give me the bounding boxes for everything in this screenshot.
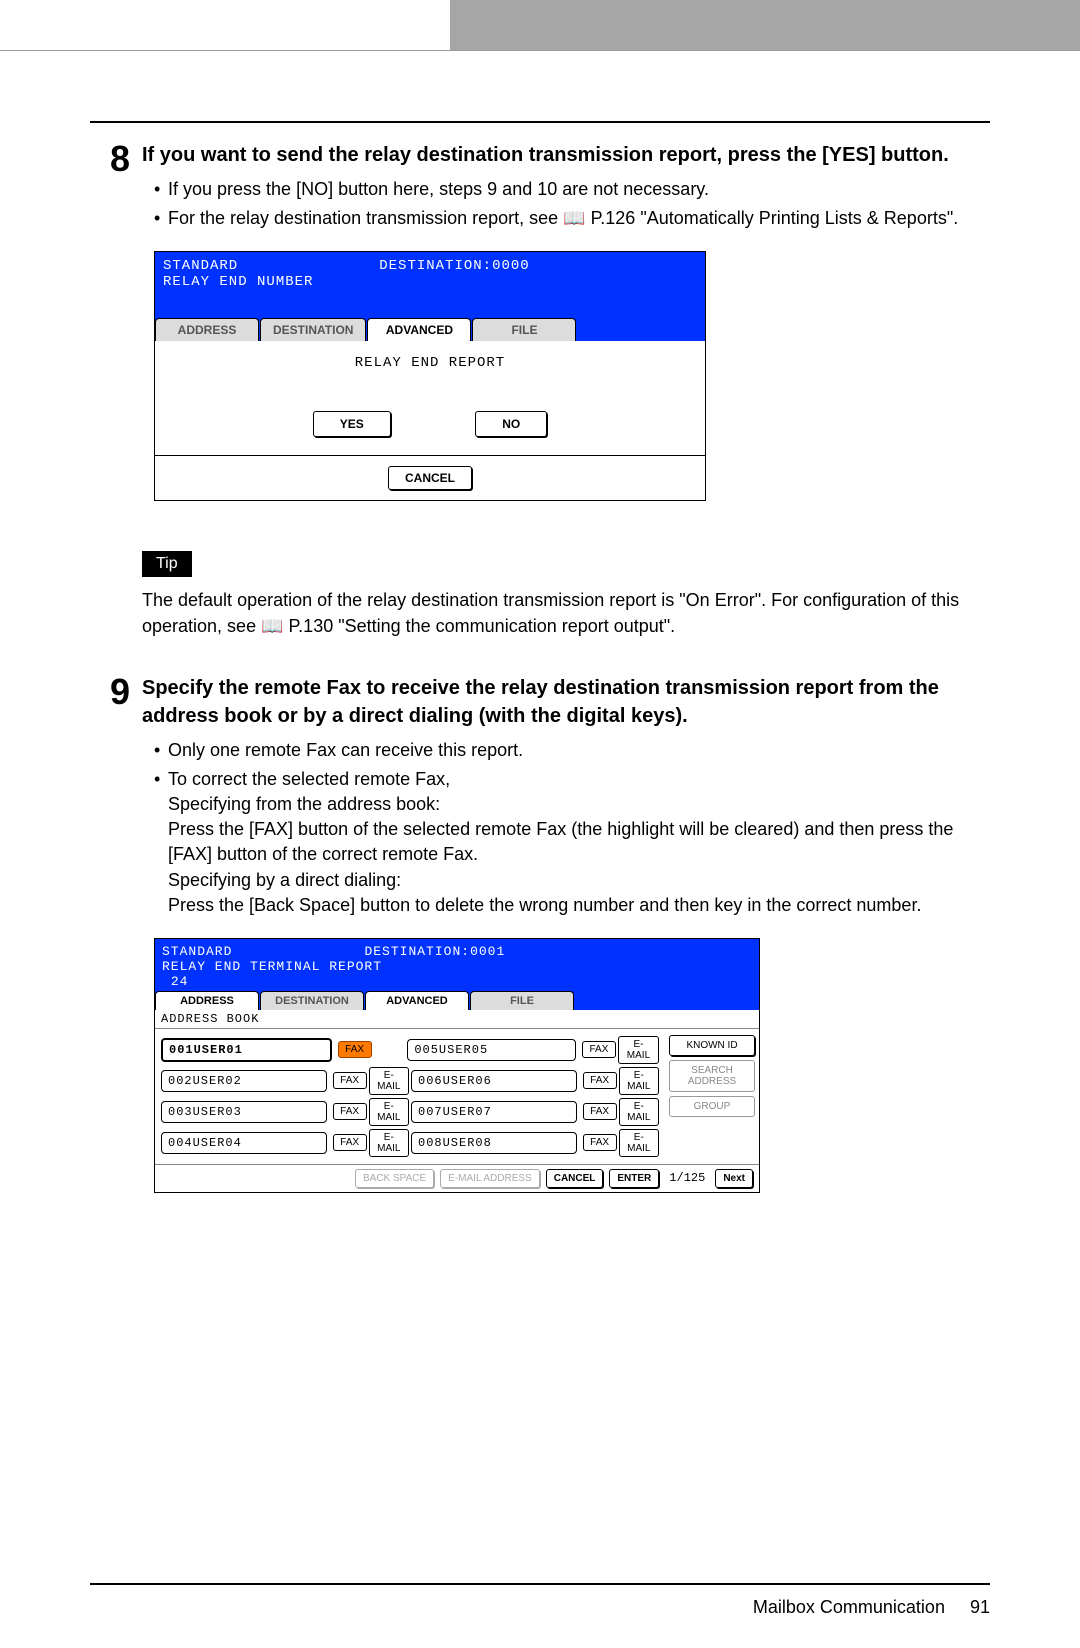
fax-button[interactable]: FAX — [583, 1072, 617, 1089]
step9-bullets: Only one remote Fax can receive this rep… — [142, 738, 990, 918]
tab-file-2[interactable]: FILE — [470, 991, 574, 1010]
entry-002[interactable]: 002USER02 — [161, 1070, 327, 1092]
tab-address[interactable]: ADDRESS — [155, 318, 259, 341]
fax-button[interactable]: FAX — [582, 1041, 616, 1058]
backspace-button[interactable]: BACK SPACE — [355, 1169, 434, 1188]
tab-address-2[interactable]: ADDRESS — [155, 991, 259, 1010]
list-item: 004USER04 FAX E-MAIL 008USER08 FAX E-MAI… — [161, 1129, 661, 1157]
next-button[interactable]: Next — [715, 1169, 753, 1188]
footer-label: Mailbox Communication — [753, 1597, 945, 1617]
list-item: 001USER01 FAX 005USER05 FAX E-MAIL — [161, 1036, 661, 1064]
page-footer: Mailbox Communication 91 — [0, 1573, 1080, 1648]
fax-button[interactable]: FAX — [333, 1134, 367, 1151]
footer-page: 91 — [970, 1597, 990, 1617]
tab-destination-2[interactable]: DESTINATION — [260, 991, 364, 1010]
step8-title: If you want to send the relay destinatio… — [142, 141, 990, 169]
step-9: 9 Specify the remote Fax to receive the … — [90, 674, 990, 1193]
entry-004[interactable]: 004USER04 — [161, 1132, 327, 1154]
panel2-subheader: ADDRESS BOOK — [155, 1010, 759, 1029]
fax-button[interactable]: FAX — [583, 1103, 617, 1120]
search-address-button[interactable]: SEARCH ADDRESS — [669, 1060, 755, 1092]
email-button[interactable]: E-MAIL — [369, 1098, 409, 1126]
tip-chip: Tip — [142, 551, 192, 577]
email-button[interactable]: E-MAIL — [369, 1129, 409, 1157]
entry-001[interactable]: 001USER01 — [161, 1038, 332, 1062]
step9-bullet-2: To correct the selected remote Fax, Spec… — [156, 767, 990, 918]
page-count: 1/125 — [669, 1171, 705, 1185]
list-item: 003USER03 FAX E-MAIL 007USER07 FAX E-MAI… — [161, 1098, 661, 1126]
email-button[interactable]: E-MAIL — [369, 1067, 409, 1095]
email-button[interactable]: E-MAIL — [619, 1067, 659, 1095]
address-list: 001USER01 FAX 005USER05 FAX E-MAIL 002US… — [155, 1029, 665, 1164]
enter-button[interactable]: ENTER — [609, 1169, 659, 1188]
fax-button[interactable]: FAX — [333, 1072, 367, 1089]
divider-top — [90, 121, 990, 123]
group-button[interactable]: GROUP — [669, 1096, 755, 1117]
fax-button[interactable]: FAX — [338, 1041, 372, 1058]
panel1-tabs: ADDRESS DESTINATION ADVANCED FILE — [155, 318, 705, 341]
panel1-body-label: RELAY END REPORT — [155, 355, 705, 371]
cancel-button-2[interactable]: CANCEL — [546, 1169, 604, 1188]
known-id-button[interactable]: KNOWN ID — [669, 1035, 755, 1056]
no-button[interactable]: NO — [475, 411, 547, 437]
email-button[interactable]: E-MAIL — [619, 1098, 659, 1126]
panel2-footer: BACK SPACE E-MAIL ADDRESS CANCEL ENTER 1… — [155, 1164, 759, 1192]
email-button[interactable]: E-MAIL — [619, 1129, 659, 1157]
step9-title: Specify the remote Fax to receive the re… — [142, 674, 990, 730]
page-top-band — [0, 0, 1080, 51]
entry-008[interactable]: 008USER08 — [411, 1132, 577, 1154]
panel2-header: STANDARD DESTINATION:0001 RELAY END TERM… — [155, 939, 759, 991]
fax-button[interactable]: FAX — [583, 1134, 617, 1151]
entry-007[interactable]: 007USER07 — [411, 1101, 577, 1123]
yes-button[interactable]: YES — [313, 411, 391, 437]
divider-bottom — [90, 1583, 990, 1585]
step9-bullet-1: Only one remote Fax can receive this rep… — [156, 738, 990, 763]
list-item: 002USER02 FAX E-MAIL 006USER06 FAX E-MAI… — [161, 1067, 661, 1095]
step8-bullets: If you press the [NO] button here, steps… — [142, 177, 990, 231]
tab-advanced-2[interactable]: ADVANCED — [365, 991, 469, 1010]
step8-bullet-2: For the relay destination transmission r… — [156, 206, 990, 231]
step-8: 8 If you want to send the relay destinat… — [90, 141, 990, 664]
entry-003[interactable]: 003USER03 — [161, 1101, 327, 1123]
step8-bullet-1: If you press the [NO] button here, steps… — [156, 177, 990, 202]
tab-destination[interactable]: DESTINATION — [260, 318, 366, 341]
fax-button[interactable]: FAX — [333, 1103, 367, 1120]
email-button[interactable]: E-MAIL — [618, 1036, 659, 1064]
side-buttons: KNOWN ID SEARCH ADDRESS GROUP — [665, 1029, 759, 1164]
tab-advanced[interactable]: ADVANCED — [367, 318, 471, 341]
step-number-8: 8 — [90, 141, 130, 664]
email-address-button[interactable]: E-MAIL ADDRESS — [440, 1169, 540, 1188]
entry-005[interactable]: 005USER05 — [407, 1039, 576, 1061]
tab-file[interactable]: FILE — [472, 318, 576, 341]
tip-text: The default operation of the relay desti… — [142, 587, 990, 639]
panel2-tabs: ADDRESS DESTINATION ADVANCED FILE — [155, 991, 759, 1010]
panel-address-book: STANDARD DESTINATION:0001 RELAY END TERM… — [154, 938, 760, 1193]
entry-006[interactable]: 006USER06 — [411, 1070, 577, 1092]
step-number-9: 9 — [90, 674, 130, 1193]
panel-relay-end-report: STANDARD DESTINATION:0000 RELAY END NUMB… — [154, 251, 706, 501]
cancel-button[interactable]: CANCEL — [388, 466, 472, 490]
panel1-header: STANDARD DESTINATION:0000 RELAY END NUMB… — [155, 252, 705, 318]
